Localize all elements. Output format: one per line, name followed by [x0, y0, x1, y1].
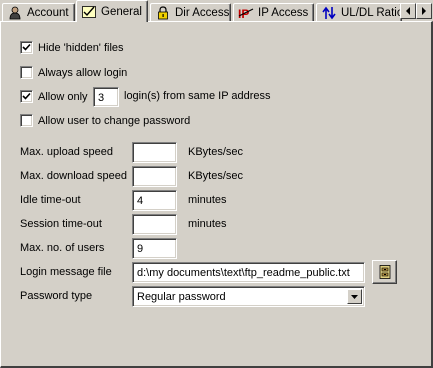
- tab-general[interactable]: General: [76, 0, 148, 22]
- tab-account[interactable]: Account: [2, 3, 75, 21]
- tab-ip-access-label: IP Access: [258, 6, 309, 19]
- hide-hidden-files-option[interactable]: Hide 'hidden' files: [20, 41, 124, 54]
- upload-speed-unit: KBytes/sec: [188, 146, 244, 158]
- ip-icon: IP: [238, 7, 254, 20]
- tab-ul-dl-ratio[interactable]: UL/DL Ratio: [316, 3, 402, 21]
- change-password-label: Allow user to change password: [38, 114, 191, 127]
- browse-file-button[interactable]: [372, 260, 397, 284]
- user-icon: [9, 6, 21, 19]
- checkmark-icon: [22, 43, 31, 51]
- tab-scroll-left-button[interactable]: [400, 3, 416, 19]
- arrow-right-icon: [422, 7, 426, 15]
- hide-hidden-files-checkbox[interactable]: [20, 41, 33, 54]
- allow-only-option[interactable]: Allow only: [20, 90, 88, 103]
- tab-general-label: General: [101, 5, 142, 18]
- download-speed-label: Max. download speed: [20, 170, 128, 182]
- always-allow-login-label: Always allow login: [38, 66, 128, 79]
- tab-strip: Account General Dir Access IP IP Access …: [0, 0, 433, 22]
- idle-timeout-input[interactable]: 4: [132, 190, 177, 211]
- password-type-select[interactable]: Regular password: [132, 286, 365, 307]
- idle-timeout-label: Idle time-out: [20, 194, 81, 206]
- session-timeout-label: Session time-out: [20, 218, 102, 230]
- change-password-checkbox[interactable]: [20, 114, 33, 127]
- tab-ul-dl-ratio-label: UL/DL Ratio: [341, 6, 402, 19]
- tab-dir-access-label: Dir Access: [175, 6, 230, 19]
- change-password-option[interactable]: Allow user to change password: [20, 114, 190, 127]
- tab-dir-access[interactable]: Dir Access: [150, 3, 231, 21]
- always-allow-login-checkbox[interactable]: [20, 66, 33, 79]
- checkmark-icon: [22, 92, 31, 100]
- file-cabinet-icon: [379, 265, 390, 279]
- download-speed-unit: KBytes/sec: [188, 170, 244, 182]
- allow-only-label: Allow only: [38, 90, 88, 103]
- session-timeout-input[interactable]: [132, 214, 177, 235]
- idle-timeout-unit: minutes: [188, 194, 227, 206]
- always-allow-login-option[interactable]: Always allow login: [20, 66, 127, 79]
- upload-speed-input[interactable]: [132, 142, 177, 163]
- download-speed-input[interactable]: [132, 166, 177, 187]
- tab-ip-access[interactable]: IP IP Access: [233, 3, 314, 21]
- password-type-dropdown-button[interactable]: [347, 289, 362, 304]
- max-users-label: Max. no. of users: [20, 242, 105, 254]
- login-message-label: Login message file: [20, 266, 112, 278]
- password-type-label: Password type: [20, 290, 93, 302]
- hide-hidden-files-label: Hide 'hidden' files: [38, 41, 124, 54]
- allow-only-suffix: login(s) from same IP address: [124, 90, 271, 102]
- session-timeout-unit: minutes: [188, 218, 227, 230]
- checklist-icon: [82, 5, 96, 18]
- lock-icon: [158, 5, 168, 19]
- max-users-input[interactable]: 9: [132, 238, 177, 259]
- allow-only-count-input[interactable]: 3: [93, 87, 119, 107]
- upload-speed-label: Max. upload speed: [20, 146, 113, 158]
- tab-account-label: Account: [27, 6, 69, 19]
- chevron-down-icon: [351, 294, 358, 299]
- allow-only-checkbox[interactable]: [20, 90, 33, 103]
- login-message-file-input[interactable]: d:\my documents\text\ftp_readme_public.t…: [132, 262, 365, 283]
- updown-arrows-icon: [322, 6, 336, 19]
- arrow-left-icon: [406, 7, 410, 15]
- tab-scroll-right-button[interactable]: [416, 3, 432, 19]
- password-type-value: Regular password: [137, 291, 226, 303]
